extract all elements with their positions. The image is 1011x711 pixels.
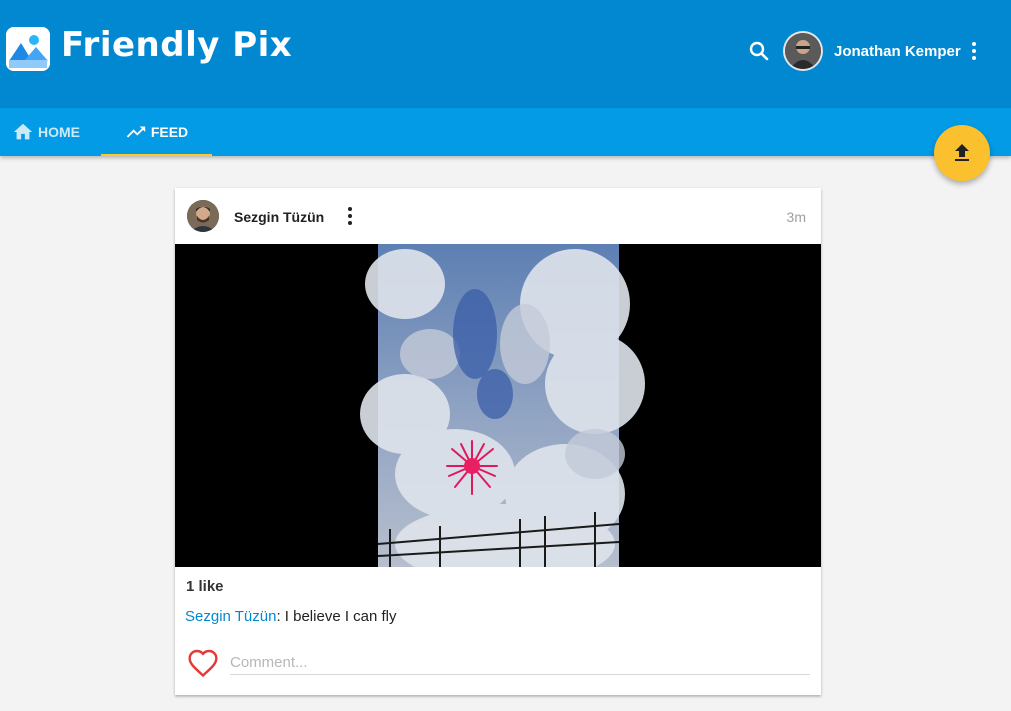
upload-button[interactable] — [934, 125, 990, 181]
like-count: 1 like — [186, 578, 224, 595]
user-name[interactable]: Jonathan Kemper — [834, 43, 961, 60]
tab-feed[interactable]: FEED — [101, 108, 212, 156]
more-vert-icon[interactable] — [962, 39, 986, 63]
tab-feed-label: FEED — [150, 124, 189, 140]
heart-icon[interactable] — [187, 647, 219, 679]
trending-up-icon — [126, 126, 145, 138]
tab-home-label: HOME — [38, 124, 80, 140]
post-caption: Sezgin Tüzün: I believe I can fly — [185, 608, 397, 625]
app-title[interactable]: Friendly Pix — [61, 25, 292, 65]
comment-input[interactable] — [230, 650, 810, 675]
post-card: Sezgin Tüzün 3m 1 like Sezgin Tüzün: I b… — [175, 188, 821, 695]
active-tab-indicator — [101, 154, 212, 156]
nav-tabs: HOME FEED — [0, 108, 1011, 156]
post-image[interactable] — [175, 244, 821, 584]
caption-author-link[interactable]: Sezgin Tüzün — [185, 608, 276, 625]
upload-icon — [955, 144, 969, 161]
post-timestamp[interactable]: 3m — [787, 209, 806, 225]
post-author-name[interactable]: Sezgin Tüzün — [234, 209, 324, 225]
friendly-pix-logo-icon — [6, 27, 50, 71]
caption-text: : I believe I can fly — [276, 608, 397, 625]
app-header: Friendly Pix Jonathan Kemper — [0, 0, 1011, 108]
post-author-avatar[interactable] — [187, 200, 219, 232]
user-avatar[interactable] — [785, 33, 821, 69]
tab-home[interactable]: HOME — [12, 108, 80, 156]
post-more-vert-icon[interactable] — [338, 204, 362, 228]
search-icon[interactable] — [747, 39, 771, 63]
home-icon — [13, 123, 33, 140]
